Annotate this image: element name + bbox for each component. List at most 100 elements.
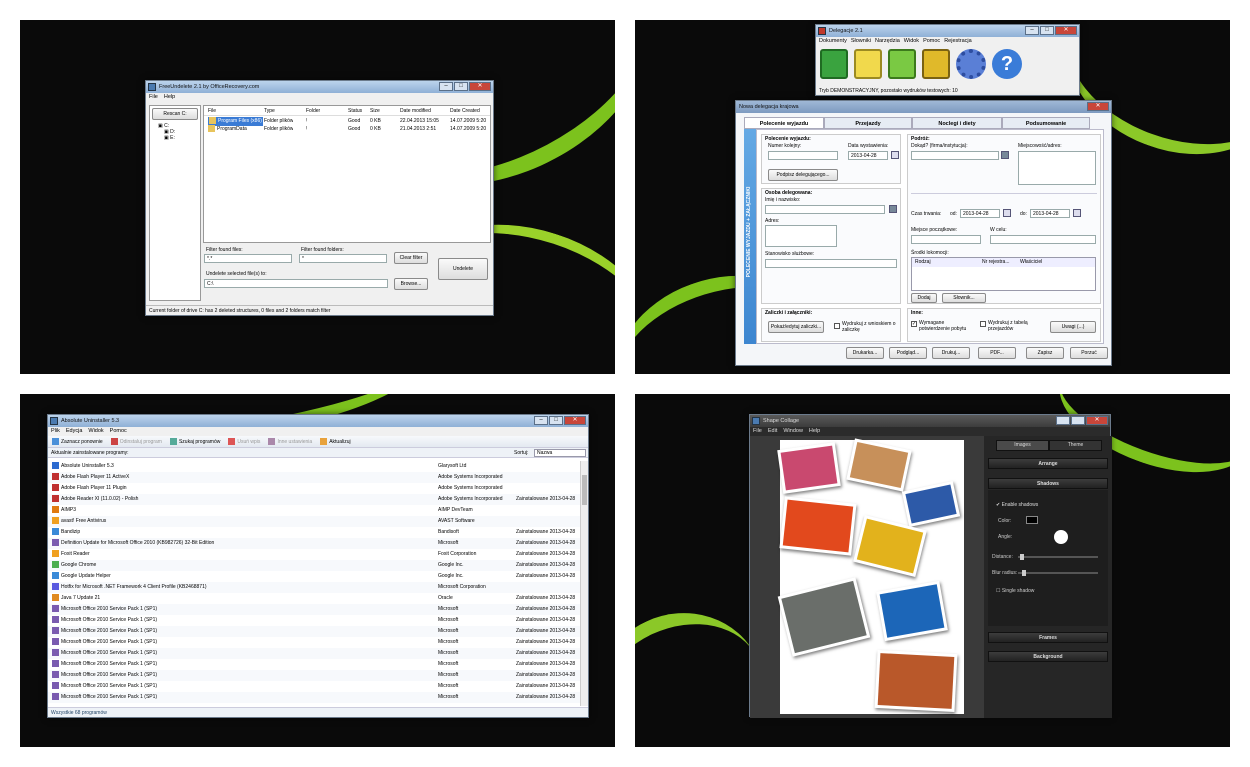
clear-filter-button[interactable]: Clear filter — [394, 252, 428, 264]
shadows-section[interactable]: Shadows — [988, 478, 1108, 489]
program-row[interactable]: Microsoft Office 2010 Service Pack 1 (SP… — [48, 604, 580, 615]
maximize-button[interactable]: □ — [549, 416, 563, 425]
tab-theme[interactable]: Theme — [1049, 440, 1102, 451]
browse-button[interactable]: Browse... — [394, 278, 428, 290]
drukuj-button[interactable]: Drukuj... — [932, 347, 970, 359]
menu-widok[interactable]: Widok — [88, 427, 103, 436]
delegacje-titlebar[interactable]: Delegacje 2.1 – □ ✕ — [816, 25, 1079, 37]
rescan-button[interactable]: Rescan C: — [152, 108, 198, 120]
undelete-button[interactable]: Undelete — [438, 258, 488, 280]
minimize-button[interactable]: – — [1025, 26, 1039, 35]
menu-file[interactable]: File — [753, 427, 762, 436]
enable-shadows-checkbox[interactable]: ✔ Enable shadows — [996, 502, 1038, 508]
settlement-icon[interactable] — [922, 49, 950, 79]
program-row[interactable]: Microsoft Office 2010 Service Pack 1 (SP… — [48, 659, 580, 670]
arrange-section[interactable]: Arrange — [988, 458, 1108, 469]
podpis-button[interactable]: Podpisz delegującego... — [768, 169, 838, 181]
program-row[interactable]: Adobe Reader XI (11.0.02) - Polish Adobe … — [48, 494, 580, 505]
adres-field[interactable] — [765, 225, 837, 247]
program-row[interactable]: Google Chrome Google Inc. Zainstalowane 20… — [48, 560, 580, 571]
scrollbar-thumb[interactable] — [582, 475, 587, 505]
program-row[interactable]: Microsoft Office 2010 Service Pack 1 (SP… — [48, 637, 580, 648]
zapisz-button[interactable]: Zapisz — [1026, 347, 1064, 359]
angle-dial[interactable] — [1054, 530, 1068, 544]
program-row[interactable]: Microsoft Office 2010 Service Pack 1 (SP… — [48, 648, 580, 659]
inne-ustawienia-button[interactable]: Inne ustawienia — [268, 436, 312, 447]
minimize-button[interactable]: – — [1056, 416, 1070, 425]
zaznacz-button[interactable]: Zaznacz ponownie — [52, 436, 103, 447]
undelete-to-field[interactable]: C:\ — [204, 279, 388, 288]
filter-files-field[interactable]: *.* — [204, 254, 292, 263]
program-row[interactable]: Microsoft Office 2010 Service Pack 1 (SP… — [48, 692, 580, 703]
frames-section[interactable]: Frames — [988, 632, 1108, 643]
close-button[interactable]: ✕ — [469, 82, 491, 91]
od-field[interactable]: 2013-04-28 — [960, 209, 1000, 218]
photo-penguins[interactable] — [876, 580, 948, 642]
program-row[interactable]: Absolute Uninstaller 5.3 Glarysoft Ltd — [48, 461, 580, 472]
numer-field[interactable] — [768, 151, 838, 160]
col-date-modified[interactable]: Date modified — [400, 107, 431, 116]
minimize-button[interactable]: – — [534, 416, 548, 425]
program-row[interactable]: Foxit Reader Foxit Corporation Zainstalowa… — [48, 549, 580, 560]
menu-window[interactable]: Window — [783, 427, 803, 436]
tab-noclegi[interactable]: Noclegi i diety — [912, 117, 1002, 129]
calendar-icon[interactable] — [1003, 209, 1011, 217]
freeundelete-titlebar[interactable]: FreeUndelete 2.1 by OfficeRecovery.com –… — [146, 81, 493, 93]
photo-flowers[interactable] — [777, 442, 841, 494]
photo-koala[interactable] — [777, 577, 871, 657]
checkbox[interactable] — [980, 321, 986, 327]
calendar-icon[interactable] — [1073, 209, 1081, 217]
close-button[interactable]: ✕ — [564, 416, 586, 425]
program-row[interactable]: Microsoft Office 2010 Service Pack 1 (SP… — [48, 615, 580, 626]
uninstaller-titlebar[interactable]: Absolute Uninstaller 5.3 – □ ✕ — [48, 415, 588, 427]
contacts-icon[interactable] — [1001, 151, 1009, 159]
program-row[interactable]: Bandizip Bandisoft Zainstalowane 2013-04-2… — [48, 527, 580, 538]
usun-wpis-button[interactable]: Usuń wpis — [228, 436, 260, 447]
pdf-button[interactable]: PDF... — [978, 347, 1016, 359]
tab-podsumowanie[interactable]: Podsumowanie — [1002, 117, 1090, 129]
settings-gear-icon[interactable] — [956, 49, 986, 79]
menu-narzedzia[interactable]: Narzędzia — [875, 37, 900, 46]
col-folder[interactable]: Folder — [306, 107, 320, 116]
close-button[interactable]: ✕ — [1087, 102, 1109, 111]
miejscowosc-field[interactable] — [1018, 151, 1096, 185]
col-status[interactable]: Status — [348, 107, 362, 116]
program-row[interactable]: Hotfix for Microsoft .NET Framework 4 Cl… — [48, 582, 580, 593]
new-delegation-icon[interactable] — [854, 49, 882, 79]
podglad-button[interactable]: Podgląd... — [889, 347, 927, 359]
collage-canvas[interactable] — [777, 438, 964, 714]
collage-titlebar[interactable]: Shape Collage – □ ✕ — [750, 415, 1110, 427]
contacts-icon[interactable] — [889, 205, 897, 213]
photo-castle[interactable] — [846, 438, 912, 492]
photo-chrysanthemum[interactable] — [779, 496, 857, 556]
program-row[interactable]: Microsoft Office 2010 Service Pack 1 (SP… — [48, 626, 580, 637]
dokad-field[interactable] — [911, 151, 999, 160]
single-shadow-checkbox[interactable]: ☐ Single shadow — [996, 588, 1034, 594]
tab-polecenie[interactable]: Polecenie wyjazdu — [744, 117, 824, 129]
menu-widok[interactable]: Widok — [904, 37, 919, 46]
sort-select[interactable]: Nazwa — [534, 449, 586, 457]
program-row[interactable]: Microsoft Office 2010 Service Pack 1 (SP… — [48, 681, 580, 692]
menu-help[interactable]: Help — [809, 427, 820, 436]
filter-folders-field[interactable]: * — [299, 254, 387, 263]
col-date-created[interactable]: Date Created — [450, 107, 480, 116]
menu-rejestracja[interactable]: Rejestracja — [944, 37, 972, 46]
menu-slowniki[interactable]: Słowniki — [851, 37, 871, 46]
uwagi-button[interactable]: Uwagi (...) — [1050, 321, 1096, 333]
distance-slider[interactable] — [1018, 554, 1098, 560]
menu-pomoc[interactable]: Pomoc — [110, 427, 127, 436]
tab-images[interactable]: Images — [996, 440, 1049, 451]
srodki-table[interactable]: Rodzaj Nr rejestra... Właściciel — [911, 257, 1096, 291]
dodaj-button[interactable]: Dodaj — [911, 293, 937, 303]
odinstaluj-button[interactable]: Odinstaluj program — [110, 436, 162, 447]
col-type[interactable]: Type — [264, 107, 275, 116]
menu-dokumenty[interactable]: Dokumenty — [819, 37, 847, 46]
blur-slider[interactable] — [1018, 570, 1098, 576]
open-document-icon[interactable] — [888, 49, 916, 79]
dialog-titlebar[interactable]: Nowa delegacja krajowa ✕ — [736, 101, 1111, 113]
maximize-button[interactable]: □ — [1040, 26, 1054, 35]
col-file[interactable]: File — [208, 107, 216, 116]
scrollbar[interactable] — [580, 461, 588, 706]
program-row[interactable]: Adobe Flash Player 11 ActiveX Adobe Syste… — [48, 472, 580, 483]
data-wyst-field[interactable]: 2013-04-28 — [848, 151, 888, 160]
